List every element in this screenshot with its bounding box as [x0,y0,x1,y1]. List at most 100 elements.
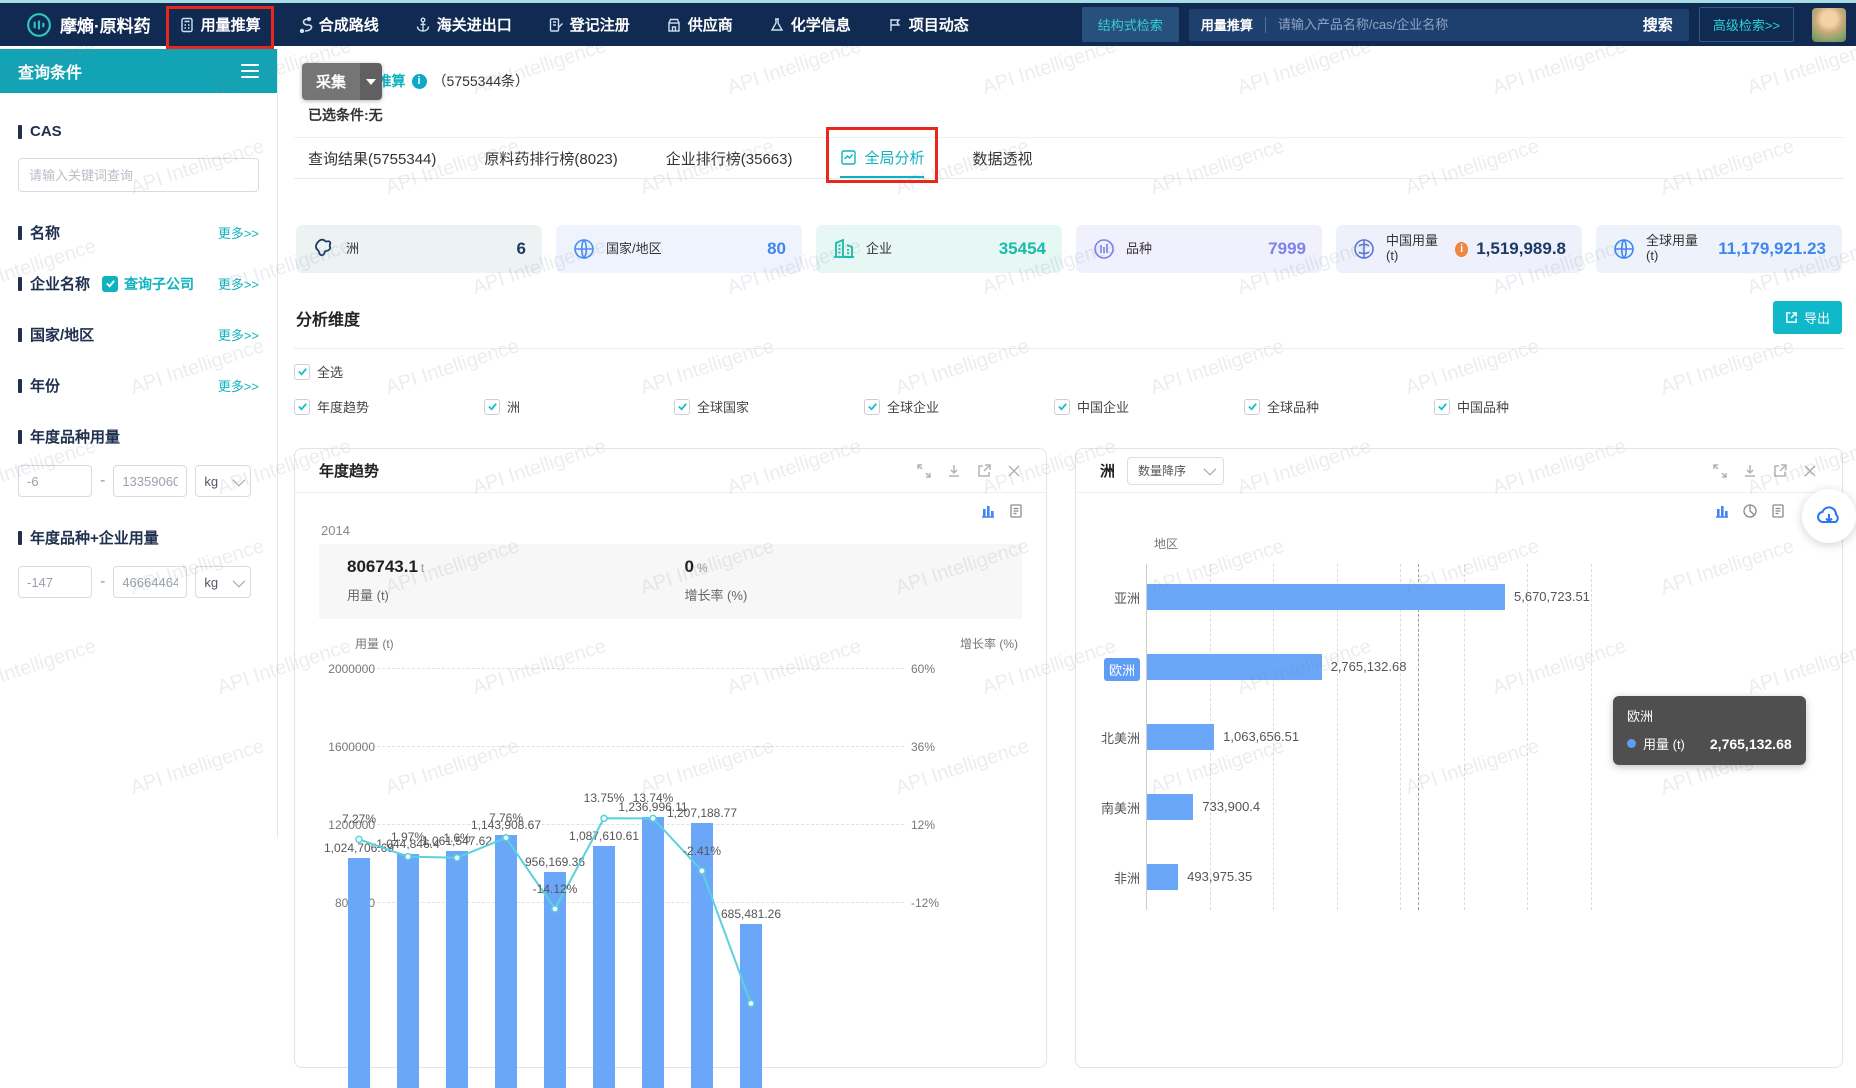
sidebar-title: 查询条件 [18,59,82,83]
info-icon[interactable]: i [412,74,427,89]
data-list-icon[interactable] [1770,503,1786,519]
tab-全局分析[interactable]: 全局分析 [840,138,924,178]
nav-item-用量推算[interactable]: 用量推算 [179,14,261,35]
external-link-icon[interactable] [976,463,992,479]
trend-chart[interactable]: 200000060%160000036%120000012%800000-12%… [319,658,1022,910]
sort-order-select[interactable]: 数量降序 [1127,457,1224,485]
dimension-checkbox-全球品种[interactable]: 全球品种 [1244,397,1434,416]
close-icon[interactable] [1006,463,1022,479]
expand-icon[interactable] [916,463,932,479]
usage-max-input[interactable] [113,465,187,497]
bar-亚洲[interactable] [1147,584,1505,610]
category-label-北美洲[interactable]: 北美洲 [1100,728,1140,747]
panel-actions [916,463,1022,479]
company-more-link[interactable]: 更多>> [218,274,259,293]
category-label-南美洲[interactable]: 南美洲 [1100,798,1140,817]
select-all-checkbox[interactable]: 全选 [294,362,343,381]
dimension-checkbox-中国企业[interactable]: 中国企业 [1054,397,1244,416]
pie-chart-icon[interactable] [1742,503,1758,519]
tab-数据透视[interactable]: 数据透视 [972,138,1032,178]
cloud-download-button[interactable] [1802,489,1856,543]
app-logo[interactable]: 摩熵·原料药 [26,12,151,38]
name-label: 名称 [18,222,60,243]
structure-search-button[interactable]: 结构式检索 [1082,7,1179,42]
nav-item-合成路线[interactable]: 合成路线 [297,14,379,35]
year-more-link[interactable]: 更多>> [218,376,259,395]
export-button[interactable]: 导出 [1773,301,1842,334]
nav-item-化学信息[interactable]: 化学信息 [769,14,851,35]
option-label: 全球品种 [1267,397,1319,416]
summary-box: 806743.1t 用量 (t) 0% 增长率 (%) [319,544,1022,619]
category-label-非洲[interactable]: 非洲 [1100,868,1140,887]
advanced-search-button[interactable]: 高级检索>> [1699,7,1794,42]
download-icon[interactable] [1742,463,1758,479]
company-usage-unit-select[interactable]: kg [195,566,251,598]
tab-企业排行榜(35663)[interactable]: 企业排行榜(35663) [666,138,793,178]
usage-min-input[interactable] [18,465,92,497]
nav-item-label: 项目动态 [909,14,969,35]
dimension-checkbox-洲[interactable]: 洲 [484,397,674,416]
dimension-checkbox-年度趋势[interactable]: 年度趋势 [294,397,484,416]
right-axis-title: 增长率 (%) [960,635,1018,652]
bar-value-label: 2,765,132.68 [1331,659,1407,674]
nav-item-登记注册[interactable]: 登记注册 [548,14,630,35]
info-icon[interactable]: i [1455,242,1468,257]
dimension-checkbox-全球国家[interactable]: 全球国家 [674,397,864,416]
external-link-icon[interactable] [1772,463,1788,479]
checkbox-icon [1244,399,1260,415]
download-icon[interactable] [946,463,962,479]
category-label-亚洲[interactable]: 亚洲 [1100,588,1140,607]
search-button[interactable]: 搜索 [1627,14,1689,35]
bar-北美洲[interactable] [1147,724,1214,750]
filter-annual-usage: 年度品种用量 - kg [0,426,277,497]
expand-icon[interactable] [1712,463,1728,479]
data-list-icon[interactable] [1008,503,1024,519]
category-label-欧洲[interactable]: 欧洲 [1104,658,1140,681]
cas-input[interactable] [18,158,259,192]
close-icon[interactable] [1802,463,1818,479]
subsidiary-checkbox[interactable]: 查询子公司 [102,274,194,294]
bar-非洲[interactable] [1147,864,1178,890]
chart-tab-icon [840,149,857,166]
stat-value: 1,519,989.8 [1476,239,1566,259]
register-icon [548,17,564,33]
stat-card-国家/地区: 国家/地区80 [556,225,802,273]
main-content: 首页 | 用量推算 i （5755344条） 采集 已选条件:无 查询结果(57… [278,49,1856,1068]
caret-down-icon [360,63,382,100]
name-more-link[interactable]: 更多>> [218,223,259,242]
nav-item-项目动态[interactable]: 项目动态 [887,14,969,35]
china-usage-icon [1352,237,1376,261]
bar-南美洲[interactable] [1147,794,1193,820]
checkbox-icon [1434,399,1450,415]
usage-unit-select[interactable]: kg [195,465,251,497]
filter-sidebar: 查询条件 CAS 名称 更多>> 企业名称 查询子公司 更多>> 国家/地区 更… [0,49,278,838]
dimension-checkbox-全球企业[interactable]: 全球企业 [864,397,1054,416]
dimension-checkbox-中国品种[interactable]: 中国品种 [1434,397,1624,416]
search-mode-selector[interactable]: 用量推算 [1189,15,1265,34]
nav-item-海关进出口[interactable]: 海关进出口 [415,14,512,35]
bar-chart-icon[interactable] [980,503,996,519]
dimension-title: 分析维度 [296,306,360,330]
stat-card-洲: 洲6 [296,225,542,273]
result-count: （5755344条） [433,71,530,91]
tab-查询结果(5755344)[interactable]: 查询结果(5755344) [308,138,436,178]
collect-button[interactable]: 采集 [302,63,382,100]
country-more-link[interactable]: 更多>> [218,325,259,344]
global-search-input[interactable] [1266,17,1627,32]
summary-growth: 0% 增长率 (%) [656,557,993,604]
option-label: 中国品种 [1457,397,1509,416]
collapse-sidebar-icon[interactable] [241,64,259,78]
bar-chart-icon[interactable] [1714,503,1730,519]
nav-item-供应商[interactable]: 供应商 [666,14,733,35]
top-nav: 摩熵·原料药 用量推算 合成路线 海关进出口 登记注册 供应商 化学信息 项目动态 结构式检… [0,0,1856,46]
chevron-down-icon [233,473,246,486]
average-line [1418,564,1419,910]
stat-value: 11,179,921.23 [1718,239,1826,259]
filter-annual-company-usage: 年度品种+企业用量 - kg [0,527,277,598]
user-avatar[interactable] [1812,8,1846,42]
company-usage-min-input[interactable] [18,566,92,598]
bar-欧洲[interactable] [1147,654,1322,680]
tab-原料药排行榜(8023)[interactable]: 原料药排行榜(8023) [484,138,617,178]
global-search-bar: 用量推算 搜索 [1189,9,1689,41]
company-usage-max-input[interactable] [113,566,187,598]
